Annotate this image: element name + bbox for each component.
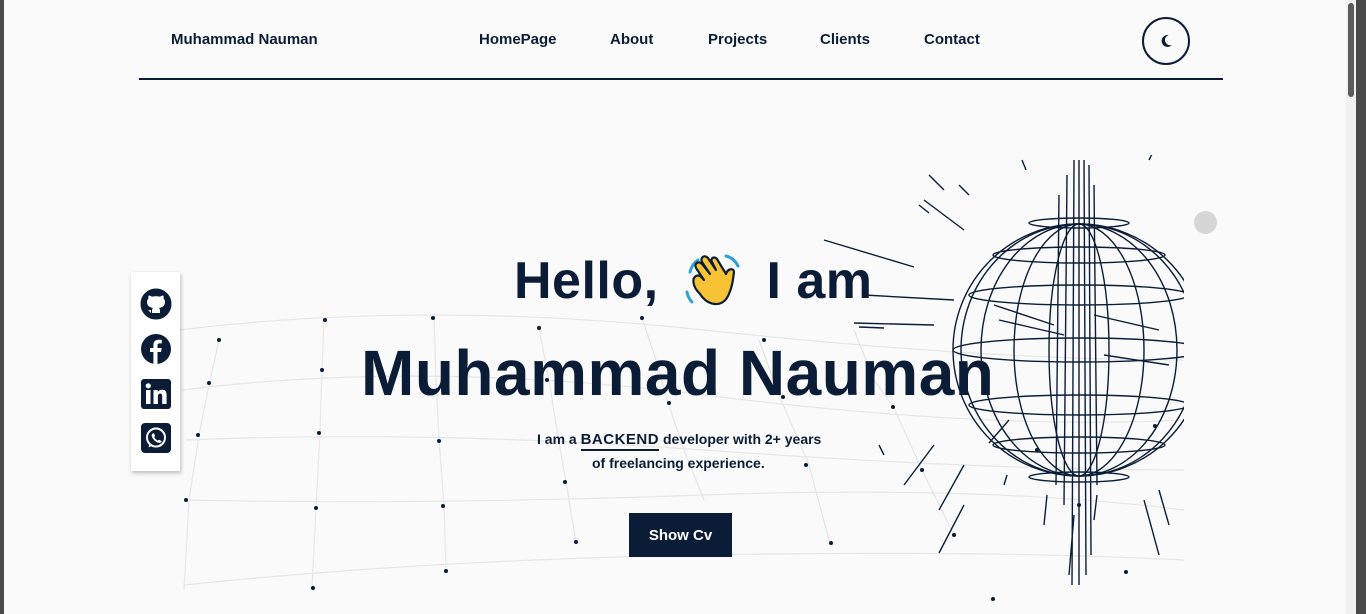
whatsapp-icon[interactable] — [140, 422, 172, 454]
hero-greeting: Hello, I am — [514, 250, 873, 312]
theme-toggle-button[interactable] — [1142, 17, 1190, 65]
moon-icon — [1161, 34, 1172, 47]
hero-name: Muhammad Nauman — [361, 337, 995, 409]
scroll-indicator-dot — [1194, 211, 1217, 234]
waving-hand-icon — [685, 254, 740, 306]
github-icon[interactable] — [140, 288, 172, 320]
greeting-text: Hello, — [514, 252, 659, 310]
nav-projects[interactable]: Projects — [708, 31, 767, 48]
intro-line-1: I am a BACKEND developer with 2+ years — [537, 431, 822, 451]
show-cv-button[interactable]: Show Cv — [629, 513, 732, 557]
scrollbar-thumb[interactable] — [1348, 3, 1354, 97]
social-links — [131, 272, 180, 471]
linkedin-icon[interactable] — [140, 378, 172, 410]
nav-clients[interactable]: Clients — [820, 31, 870, 48]
page-scrollbar[interactable] — [1346, 0, 1356, 614]
role-text: BACKEND — [580, 431, 660, 451]
facebook-icon[interactable] — [140, 333, 172, 365]
intro-suffix: developer with 2+ years — [662, 431, 822, 447]
intro-prefix: I am a — [537, 431, 577, 447]
brand-name[interactable]: Muhammad Nauman — [171, 31, 318, 48]
page: Muhammad Nauman HomePage About Projects … — [4, 0, 1356, 614]
intro-line-2: of freelancing experience. — [592, 455, 765, 471]
header-divider — [139, 78, 1223, 80]
nav-about[interactable]: About — [610, 31, 653, 48]
greeting-suffix: I am — [766, 252, 873, 310]
nav-contact[interactable]: Contact — [924, 31, 980, 48]
nav-homepage[interactable]: HomePage — [479, 31, 557, 48]
